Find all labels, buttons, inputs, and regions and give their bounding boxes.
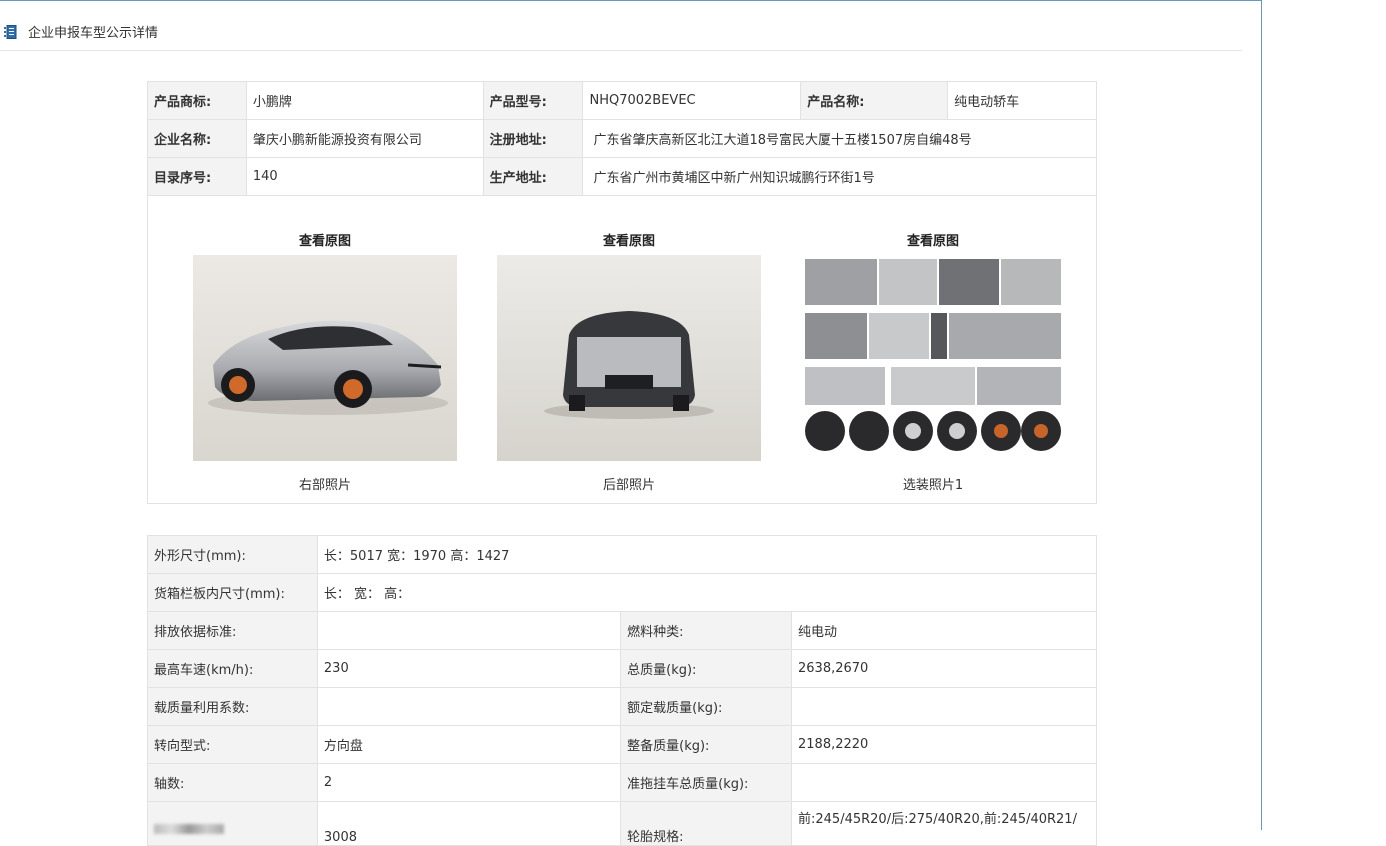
catalog-no-value: 140 — [245, 157, 484, 196]
wheelbase-value: 3008 — [316, 801, 622, 846]
photo-rear: 查看原图 后部照片 — [497, 233, 761, 493]
table-row: 排放依据标准: 燃料种类: 纯电动 — [147, 611, 1097, 650]
table-row: 企业名称: 肇庆小鹏新能源投资有限公司 注册地址: 广东省肇庆高新区北江大道18… — [147, 119, 1097, 158]
trailer-mass-value — [791, 763, 1097, 802]
trademark-label: 产品商标: — [147, 81, 247, 120]
tire-spec-value: 前:245/45R20/后:275/40R20,前:245/40R21/ — [791, 801, 1097, 846]
option-collage-image[interactable] — [801, 255, 1065, 461]
load-factor-label: 载质量利用系数: — [147, 687, 318, 726]
basic-info-table: 产品商标: 小鹏牌 产品型号: NHQ7002BEVEC 产品名称: 纯电动轿车… — [147, 81, 1097, 196]
rated-load-value — [791, 687, 1097, 726]
book-icon — [4, 25, 17, 39]
prod-address-label: 生产地址: — [482, 157, 584, 196]
steering-value: 方向盘 — [316, 725, 622, 764]
cargo-dimensions-label: 货箱栏板内尺寸(mm): — [147, 573, 318, 612]
trademark-value: 小鹏牌 — [245, 81, 484, 120]
detail-panel: 企业申报车型公示详情 产品商标: 小鹏牌 产品型号: NHQ7002BEVEC … — [0, 0, 1262, 846]
curb-mass-label: 整备质量(kg): — [620, 725, 792, 764]
catalog-no-label: 目录序号: — [147, 157, 247, 196]
photo-caption: 右部照片 — [298, 478, 351, 493]
steering-label: 转向型式: — [147, 725, 318, 764]
axles-value: 2 — [316, 763, 622, 802]
table-row: 产品商标: 小鹏牌 产品型号: NHQ7002BEVEC 产品名称: 纯电动轿车 — [147, 81, 1097, 120]
curb-mass-value: 2188,2220 — [791, 725, 1097, 764]
tire-spec-label: 轮胎规格: — [620, 801, 792, 846]
car-right-image[interactable] — [193, 255, 457, 461]
table-row: 外形尺寸(mm): 长：5017 宽：1970 高：1427 — [147, 535, 1098, 574]
photo-gallery: 查看原图 右部照片 查看原图 后部照片 查看原图 选装照片1 — [147, 195, 1097, 504]
fuel-type-label: 燃料种类: — [620, 611, 792, 650]
view-original-link[interactable]: 查看原图 — [193, 233, 457, 253]
dimensions-value: 长：5017 宽：1970 高：1427 — [316, 535, 1098, 574]
wheelbase-label — [147, 801, 318, 846]
table-row: 载质量利用系数: 额定载质量(kg): — [147, 687, 1097, 726]
dimensions-label: 外形尺寸(mm): — [147, 535, 318, 574]
gross-mass-label: 总质量(kg): — [620, 649, 792, 688]
page-title: 企业申报车型公示详情 — [28, 26, 159, 41]
photo-option: 查看原图 选装照片1 — [801, 233, 1065, 493]
emission-standard-label: 排放依据标准: — [147, 611, 318, 650]
prod-address-value: 广东省广州市黄埔区中新广州知识城鹏行环街1号 — [582, 157, 1097, 196]
reg-address-label: 注册地址: — [482, 119, 584, 158]
photo-caption: 选装照片1 — [902, 478, 964, 493]
trailer-mass-label: 准拖挂车总质量(kg): — [620, 763, 792, 802]
model-value: NHQ7002BEVEC — [582, 81, 802, 120]
rated-load-label: 额定载质量(kg): — [620, 687, 792, 726]
emission-standard-value — [316, 611, 622, 650]
table-row: 最高车速(km/h): 230 总质量(kg): 2638,2670 — [147, 649, 1097, 688]
max-speed-label: 最高车速(km/h): — [147, 649, 318, 688]
product-name-value: 纯电动轿车 — [947, 81, 1097, 120]
gross-mass-value: 2638,2670 — [791, 649, 1097, 688]
product-name-label: 产品名称: — [800, 81, 949, 120]
table-row: 3008 轮胎规格: 前:245/45R20/后:275/40R20,前:245… — [147, 801, 1097, 846]
company-label: 企业名称: — [147, 119, 247, 158]
blurred-label — [154, 823, 224, 834]
view-original-link[interactable]: 查看原图 — [801, 233, 1065, 253]
specs-table: 外形尺寸(mm): 长：5017 宽：1970 高：1427 货箱栏板内尺寸(m… — [147, 535, 1098, 846]
model-label: 产品型号: — [482, 81, 584, 120]
table-row: 轴数: 2 准拖挂车总质量(kg): — [147, 763, 1097, 802]
table-row: 转向型式: 方向盘 整备质量(kg): 2188,2220 — [147, 725, 1097, 764]
table-row: 货箱栏板内尺寸(mm): 长： 宽： 高： — [147, 573, 1098, 612]
cargo-dimensions-value: 长： 宽： 高： — [316, 573, 1098, 612]
panel-header: 企业申报车型公示详情 — [0, 1, 1242, 51]
reg-address-value: 广东省肇庆高新区北江大道18号富民大厦十五楼1507房自编48号 — [582, 119, 1097, 158]
photo-right: 查看原图 右部照片 — [193, 233, 457, 493]
table-row: 目录序号: 140 生产地址: 广东省广州市黄埔区中新广州知识城鹏行环街1号 — [147, 157, 1097, 196]
fuel-type-value: 纯电动 — [791, 611, 1097, 650]
view-original-link[interactable]: 查看原图 — [497, 233, 761, 253]
load-factor-value — [316, 687, 622, 726]
car-rear-image[interactable] — [497, 255, 761, 461]
company-value: 肇庆小鹏新能源投资有限公司 — [245, 119, 484, 158]
photo-caption: 后部照片 — [602, 478, 655, 493]
axles-label: 轴数: — [147, 763, 318, 802]
max-speed-value: 230 — [316, 649, 622, 688]
